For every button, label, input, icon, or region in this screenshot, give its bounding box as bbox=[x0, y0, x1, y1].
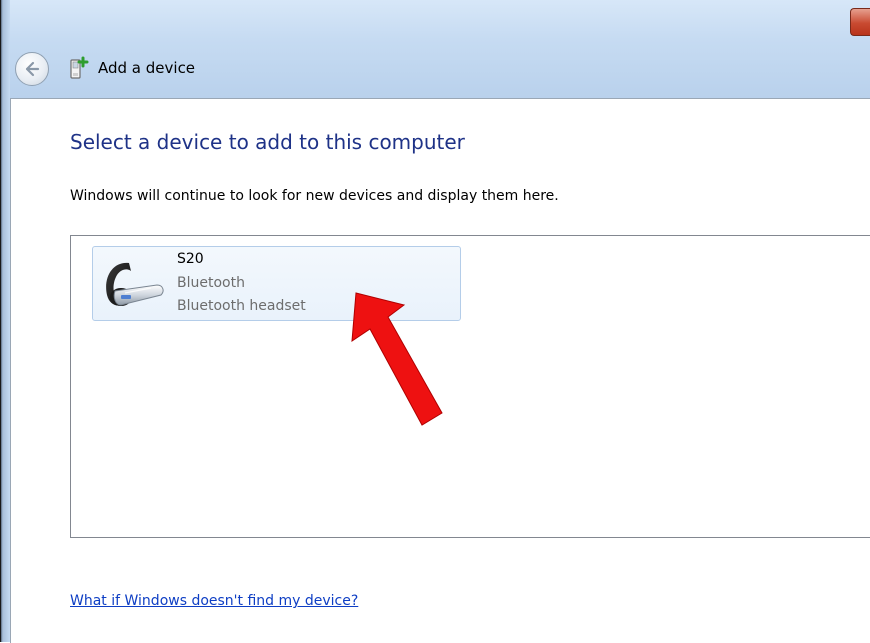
device-list[interactable]: S20 Bluetooth Bluetooth headset bbox=[70, 235, 870, 538]
device-name: S20 bbox=[177, 251, 204, 267]
add-device-icon bbox=[70, 56, 89, 79]
device-type: Bluetooth bbox=[177, 275, 245, 291]
window-title: Add a device bbox=[98, 59, 196, 77]
window-frame-left bbox=[0, 0, 10, 642]
back-button[interactable] bbox=[15, 52, 49, 86]
add-device-window: Add a device Select a device to add to t… bbox=[0, 0, 870, 643]
page-description: Windows will continue to look for new de… bbox=[70, 188, 559, 204]
back-arrow-icon bbox=[25, 61, 40, 77]
close-button[interactable] bbox=[850, 8, 870, 36]
help-link[interactable]: What if Windows doesn't find my device? bbox=[70, 593, 358, 609]
page-heading: Select a device to add to this computer bbox=[70, 130, 465, 154]
red-arrow-icon bbox=[351, 292, 443, 426]
bluetooth-headset-icon bbox=[106, 262, 164, 306]
title-bar: Add a device bbox=[0, 0, 870, 98]
device-category: Bluetooth headset bbox=[177, 298, 306, 314]
